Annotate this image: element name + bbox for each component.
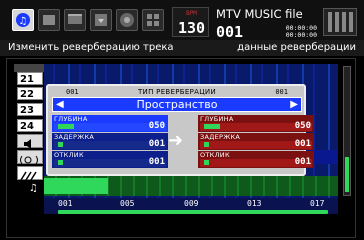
param-value: 050: [294, 121, 311, 131]
scroll-thumb[interactable]: [345, 157, 349, 192]
left-feedback-param[interactable]: ОТКЛИК 001: [52, 151, 168, 168]
track-24[interactable]: 24: [17, 119, 43, 132]
tempo-value: 130: [177, 19, 206, 37]
param-fill: [58, 142, 63, 147]
song-title: MTV MUSIC file: [216, 7, 303, 21]
param-fill: [58, 124, 74, 129]
time-bottom: 00:00:00: [285, 31, 317, 39]
tempo-display[interactable]: BPM 130: [172, 7, 209, 37]
param-name: ЗАДЕРЖКА: [54, 133, 95, 141]
level-meter-icon: [323, 8, 357, 36]
reverb-type-selector[interactable]: ◀ Пространство ▶: [52, 97, 302, 112]
param-value: 001: [148, 157, 165, 167]
hint-bar: Изменить реверберацию трека данные ревер…: [0, 40, 364, 56]
right-depth-param[interactable]: ГЛУБИНА 050: [198, 115, 314, 132]
arrow-right-icon: ➜: [168, 130, 184, 151]
param-name: ОТКЛИК: [200, 151, 230, 159]
song-info: MTV MUSIC file 001 00:00:00 00:00:00: [213, 6, 319, 41]
right-delay-param[interactable]: ЗАДЕРЖКА 001: [198, 133, 314, 150]
track-22[interactable]: 22: [17, 87, 43, 100]
param-name: ГЛУБИНА: [54, 115, 88, 123]
ruler-tick: 009: [184, 199, 199, 208]
param-fill: [204, 142, 209, 147]
arrow-right-icon[interactable]: ▶: [290, 99, 298, 111]
param-fill: [204, 124, 220, 129]
grid-icon[interactable]: [142, 9, 164, 31]
right-number: 001: [275, 88, 288, 96]
left-depth-param[interactable]: ГЛУБИНА 050: [52, 115, 168, 132]
param-name: ГЛУБИНА: [200, 115, 234, 123]
ruler-tick: 001: [58, 199, 73, 208]
fx-track-icon[interactable]: [17, 166, 43, 181]
track-23[interactable]: 23: [17, 103, 43, 116]
param-fill: [204, 160, 209, 165]
ruler-tick: 005: [120, 199, 135, 208]
save-icon[interactable]: [90, 9, 112, 31]
svg-text:♫: ♫: [19, 16, 28, 27]
speaker-icon[interactable]: [17, 134, 43, 149]
top-toolbar: ♫ BPM 130 MTV MUSIC file 001 00:00:00 00…: [0, 0, 364, 41]
param-value: 001: [294, 157, 311, 167]
vertical-scrollbar[interactable]: [343, 66, 351, 196]
song-number: 001: [216, 23, 244, 41]
param-value: 050: [148, 121, 165, 131]
fx-icon[interactable]: [116, 9, 138, 31]
pattern-icon[interactable]: [38, 9, 60, 31]
tempo-label: BPM: [186, 10, 197, 17]
track-21[interactable]: 21: [17, 72, 43, 85]
track-header: [14, 64, 44, 72]
left-delay-param[interactable]: ЗАДЕРЖКА 001: [52, 133, 168, 150]
ruler-tick: 013: [247, 199, 262, 208]
param-value: 001: [148, 139, 165, 149]
note-icon: ♫: [29, 183, 38, 194]
mixer-icon[interactable]: [64, 9, 86, 31]
reverb-dialog: 001 ТИП РЕВЕРБЕРАЦИИ 001 ◀ Пространство …: [46, 84, 314, 176]
param-fill: [58, 160, 63, 165]
ruler-tick: 017: [310, 199, 325, 208]
hint-right: данные реверберации: [237, 42, 356, 53]
param-name: ЗАДЕРЖКА: [200, 133, 241, 141]
reverb-type-value: Пространство: [136, 98, 218, 111]
reverb-icon[interactable]: [17, 150, 43, 165]
playhead-region: [44, 178, 108, 194]
horizontal-scrollbar[interactable]: [58, 210, 328, 214]
wave-icon[interactable]: ♫: [12, 9, 34, 31]
dialog-title: ТИП РЕВЕРБЕРАЦИИ: [137, 88, 217, 96]
param-value: 001: [294, 139, 311, 149]
right-feedback-param[interactable]: ОТКЛИК 001: [198, 151, 314, 168]
hint-left: Изменить реверберацию трека: [8, 42, 174, 53]
param-name: ОТКЛИК: [54, 151, 84, 159]
